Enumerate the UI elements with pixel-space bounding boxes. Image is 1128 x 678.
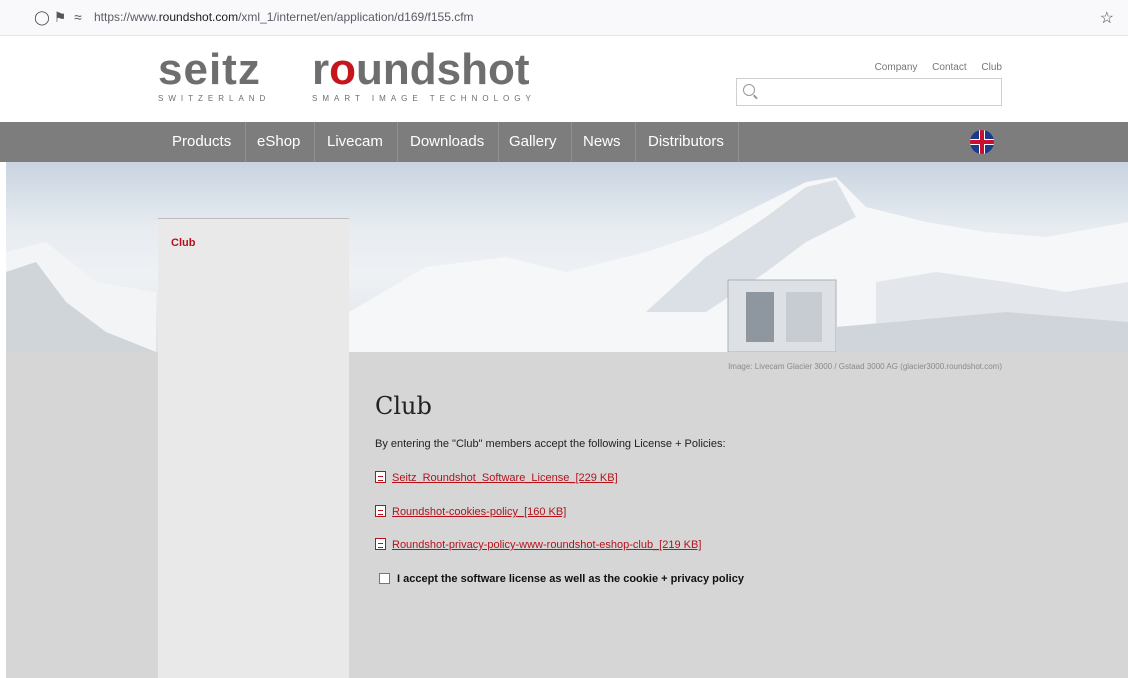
search-input[interactable] [736,78,1002,106]
sidebar: Club [158,218,349,678]
nav-item-products[interactable]: Products [158,122,247,162]
doc-link-software-license[interactable]: Seitz_Roundshot_Software_License_[229 KB… [375,471,618,484]
pdf-icon [375,471,386,483]
lock-icon[interactable]: ⚑ [52,9,68,25]
image-caption: Image: Livecam Glacier 3000 / Gstaad 300… [728,362,1002,371]
permissions-icon[interactable]: ≈ [70,9,86,25]
main-nav: Products eShop Livecam Downloads Gallery… [0,122,1128,162]
search-icon [743,84,755,96]
doc-link-cookies-policy[interactable]: Roundshot-cookies-policy_[160 KB] [375,505,566,518]
shield-icon[interactable]: ◯ [34,9,50,25]
bookmark-star-icon[interactable]: ☆ [1100,8,1114,28]
url-text[interactable]: https://www.roundshot.com/xml_1/internet… [94,10,474,24]
seitz-logo[interactable]: seitz SWITZERLAND [158,48,270,104]
site-header: seitz SWITZERLAND roundshot SMART IMAGE … [0,36,1128,122]
roundshot-logo[interactable]: roundshot SMART IMAGE TECHNOLOGY [312,48,536,104]
accept-policy-checkbox[interactable]: I accept the software license as well as… [379,573,744,585]
nav-item-livecam[interactable]: Livecam [313,122,398,162]
nav-item-distributors[interactable]: Distributors [634,122,739,162]
page-title: Club [375,392,432,420]
toplink-club[interactable]: Club [981,62,1002,73]
pdf-icon [375,505,386,517]
sidebar-item-club[interactable]: Club [171,237,195,249]
nav-item-downloads[interactable]: Downloads [396,122,500,162]
nav-item-gallery[interactable]: Gallery [495,122,572,162]
browser-url-bar[interactable]: ◯ ⚑ ≈ https://www.roundshot.com/xml_1/in… [0,0,1128,36]
top-links: Company Contact Club [869,62,1002,73]
intro-text: By entering the "Club" members accept th… [375,438,726,450]
checkbox[interactable] [379,573,390,584]
pdf-icon [375,538,386,550]
toplink-company[interactable]: Company [875,62,918,73]
toplink-contact[interactable]: Contact [932,62,966,73]
nav-item-news[interactable]: News [569,122,636,162]
nav-item-eshop[interactable]: eShop [243,122,316,162]
uk-flag-icon[interactable] [970,130,994,154]
doc-link-privacy-policy[interactable]: Roundshot-privacy-policy-www-roundshot-e… [375,538,701,551]
